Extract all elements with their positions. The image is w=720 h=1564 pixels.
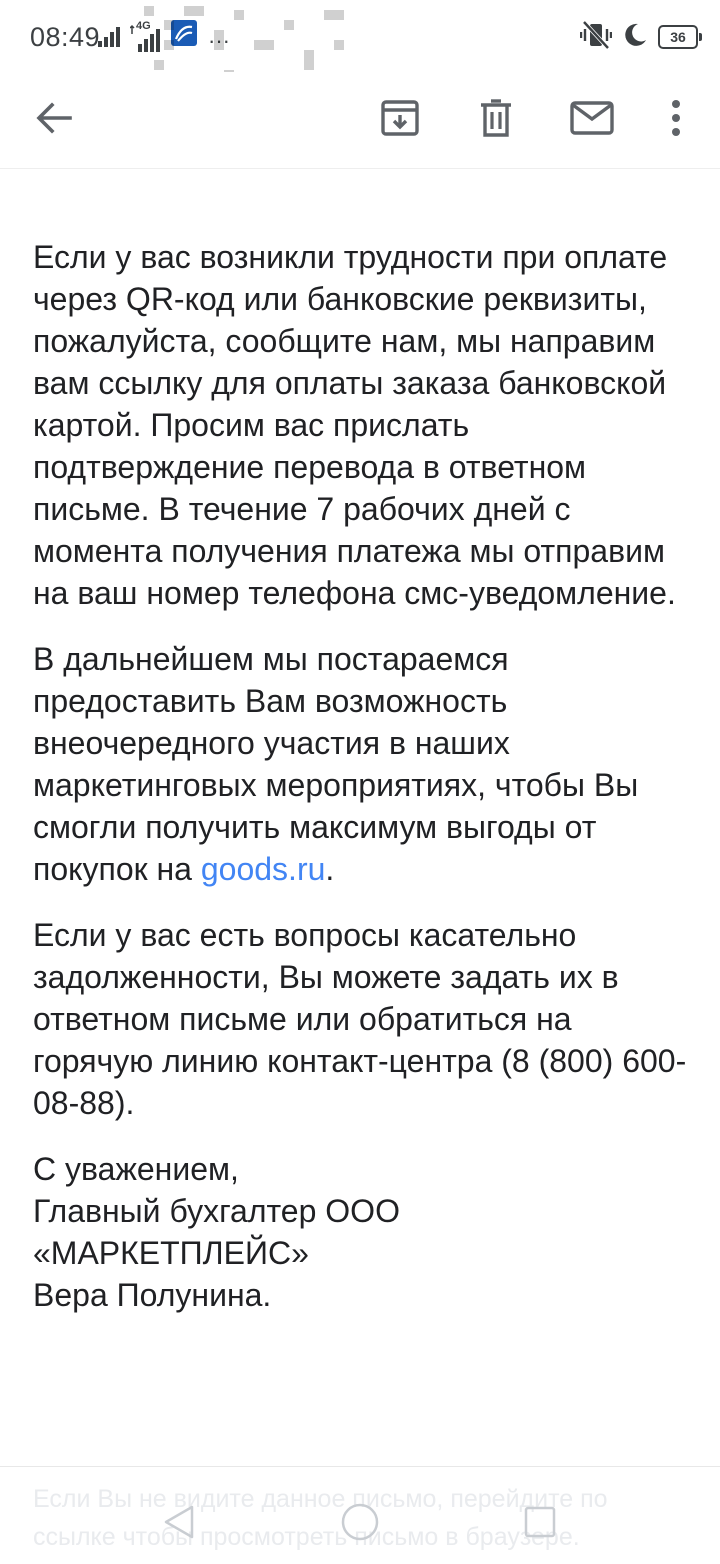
archive-icon — [380, 98, 420, 143]
footer-divider — [0, 1466, 720, 1467]
do-not-disturb-moon-icon — [622, 22, 648, 53]
trash-icon — [476, 98, 516, 143]
email-paragraph-questions: Если у вас есть вопросы касательно задол… — [33, 917, 687, 1121]
status-right-icons: 36 — [579, 20, 702, 55]
status-time: 08:49 — [30, 22, 101, 52]
battery-icon: 36 — [658, 25, 702, 49]
more-vert-icon — [670, 98, 682, 143]
email-paragraph-marketing: В дальнейшем мы постараемся предоставить… — [33, 638, 693, 890]
email-toolbar — [0, 72, 720, 169]
nav-recent-square-icon — [520, 1502, 560, 1547]
email-paragraph-marketing-end: . — [325, 851, 335, 887]
nav-back-triangle-icon — [160, 1502, 200, 1547]
signature-company: «МАРКЕТПЛЕЙС» — [33, 1235, 309, 1271]
back-arrow-icon — [34, 98, 74, 143]
mail-icon — [570, 100, 614, 141]
goods-link[interactable]: goods.ru — [201, 851, 326, 887]
signature-name: Вера Полунина. — [33, 1277, 272, 1313]
email-signature: С уважением, Главный бухгалтер ООО «МАРК… — [33, 1148, 693, 1316]
mark-unread-button[interactable] — [554, 82, 630, 158]
email-body: Если у вас возникли трудности при оплате… — [33, 236, 693, 1340]
back-button[interactable] — [16, 82, 92, 158]
email-paragraph-payment: Если у вас возникли трудности при оплате… — [33, 239, 676, 611]
vibrate-off-icon — [579, 20, 613, 55]
delete-button[interactable] — [458, 82, 534, 158]
nav-home-circle-icon — [339, 1501, 381, 1548]
signature-position: Главный бухгалтер ООО — [33, 1193, 400, 1229]
system-nav-bar — [0, 1470, 720, 1560]
email-paragraph-marketing-text: В дальнейшем мы постараемся предоставить… — [33, 641, 639, 887]
more-options-button[interactable] — [638, 82, 714, 158]
signature-greeting: С уважением, — [33, 1151, 239, 1187]
archive-button[interactable] — [362, 82, 438, 158]
nav-recent-button[interactable] — [500, 1484, 580, 1564]
nav-home-button[interactable] — [320, 1484, 400, 1564]
nav-back-button[interactable] — [140, 1484, 220, 1564]
